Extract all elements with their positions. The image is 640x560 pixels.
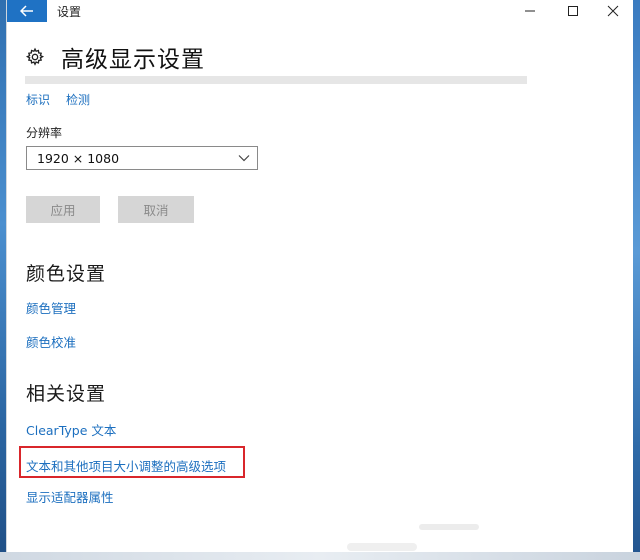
- apply-button[interactable]: 应用: [26, 196, 100, 223]
- color-settings-title: 颜色设置: [26, 263, 107, 285]
- close-button[interactable]: [593, 0, 633, 22]
- close-icon: [607, 5, 619, 17]
- window-title: 设置: [57, 5, 82, 19]
- watermark-mark: [419, 524, 479, 530]
- arrow-left-icon: [20, 5, 33, 17]
- resolution-dropdown[interactable]: 1920 × 1080: [26, 146, 258, 170]
- watermark-mark-2: [347, 543, 417, 551]
- color-calibration-link[interactable]: 颜色校准: [26, 332, 76, 351]
- minimize-icon: [525, 10, 535, 12]
- display-adapter-properties-link[interactable]: 显示适配器属性: [26, 487, 114, 506]
- cancel-button[interactable]: 取消: [118, 196, 194, 223]
- color-management-link[interactable]: 颜色管理: [26, 298, 76, 317]
- page-title: 高级显示设置: [61, 47, 205, 73]
- chevron-down-icon: [238, 155, 250, 162]
- desktop-background-bottom: [0, 552, 640, 560]
- back-button[interactable]: [7, 0, 47, 22]
- minimize-button[interactable]: [510, 0, 550, 22]
- cleartype-text-link[interactable]: ClearType 文本: [26, 420, 116, 439]
- settings-window: 设置 高级显示设置 标识 检测 分辨率 1920 × 1080 应用 取消 颜色…: [6, 0, 633, 552]
- display-preview-area: [25, 76, 527, 84]
- maximize-button[interactable]: [553, 0, 593, 22]
- identify-link[interactable]: 标识: [26, 91, 50, 108]
- resolution-label: 分辨率: [26, 126, 63, 140]
- desktop-background-right: [632, 0, 640, 560]
- page-header: 高级显示设置: [25, 40, 205, 74]
- highlight-box: [19, 446, 245, 478]
- display-links: 标识 检测: [26, 91, 90, 108]
- related-settings-title: 相关设置: [26, 383, 107, 405]
- title-bar: 设置: [7, 0, 633, 22]
- detect-link[interactable]: 检测: [66, 91, 90, 108]
- gear-icon: [25, 47, 45, 66]
- resolution-value: 1920 × 1080: [37, 150, 120, 166]
- maximize-icon: [568, 6, 578, 16]
